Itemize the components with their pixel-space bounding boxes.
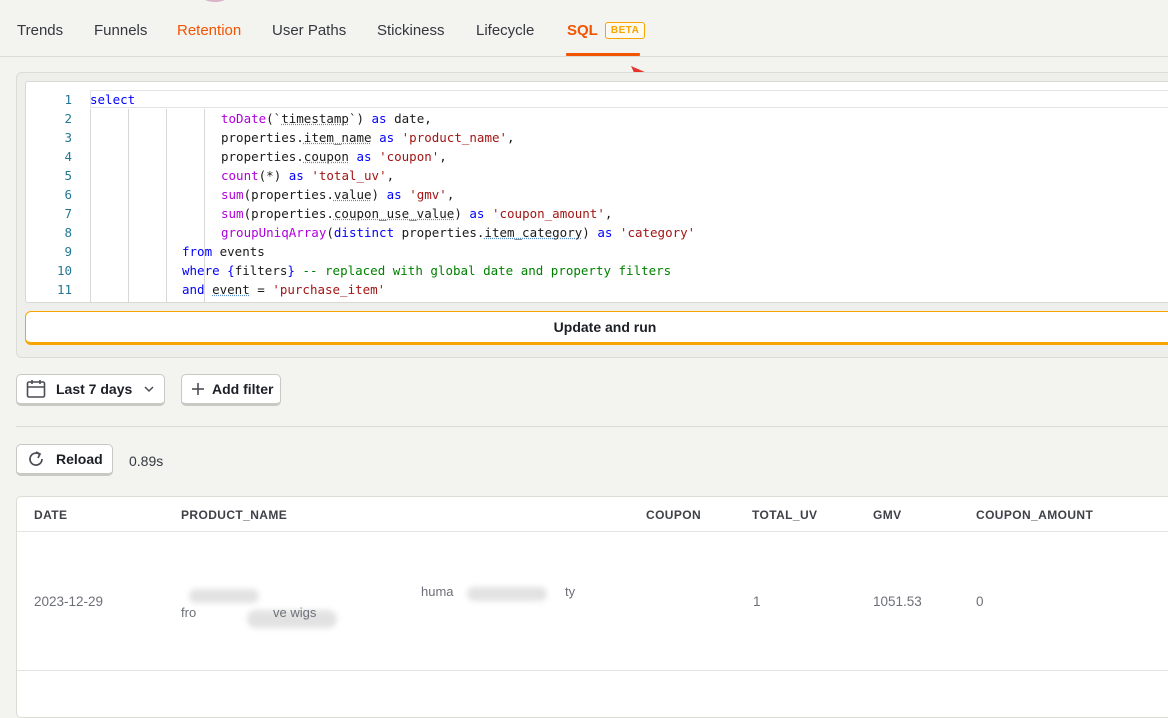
sql-code-editor[interactable]: 1 2 3 4 5 6 7 8 9 10 11 select toDate(`t… — [25, 81, 1168, 303]
cell-date: 2023-12-29 — [34, 594, 104, 609]
chevron-down-icon — [144, 386, 154, 393]
tab-trends[interactable]: Trends — [17, 22, 63, 39]
code-line: groupUniqArray(distinct properties.item_… — [221, 225, 696, 240]
tab-funnels[interactable]: Funnels — [94, 22, 147, 39]
code-line: from events — [182, 244, 265, 259]
table-row: 2023-12-29 huma ty fro ve wigs 1 1051.53… — [17, 532, 1168, 671]
tab-stickiness[interactable]: Stickiness — [377, 22, 445, 39]
redacted-blur — [467, 587, 547, 601]
line-number: 1 — [64, 92, 72, 107]
code-line: count(*) as 'total_uv', — [221, 168, 395, 183]
code-line: sum(properties.coupon_use_value) as 'cou… — [221, 206, 613, 221]
calendar-icon — [26, 380, 46, 398]
line-number: 4 — [64, 149, 72, 164]
column-header-gmv[interactable]: GMV — [873, 508, 902, 522]
code-line: properties.item_name as 'product_name', — [221, 130, 515, 145]
query-duration: 0.89s — [129, 453, 164, 469]
beta-badge: BETA — [604, 22, 646, 39]
column-header-date[interactable]: DATE — [34, 508, 67, 522]
results-table: DATE PRODUCT_NAME COUPON TOTAL_UV GMV CO… — [16, 496, 1168, 718]
reload-label: Reload — [56, 451, 103, 467]
line-number: 8 — [64, 225, 72, 240]
tab-sql-label: SQL — [567, 22, 598, 39]
code-line: and event = 'purchase_item' — [182, 282, 386, 297]
tab-user-paths[interactable]: User Paths — [272, 22, 346, 39]
add-filter-label: Add filter — [212, 381, 274, 397]
cell-total-uv: 1 — [753, 594, 761, 609]
column-header-coupon[interactable]: COUPON — [646, 508, 701, 522]
code-line-text: select — [90, 92, 136, 107]
line-number-gutter: 1 2 3 4 5 6 7 8 9 10 11 — [26, 90, 72, 299]
code-line: where {filters} -- replaced with global … — [182, 263, 672, 278]
update-and-run-button[interactable]: Update and run — [25, 311, 1168, 345]
date-range-selector[interactable]: Last 7 days — [16, 374, 165, 406]
top-decoration — [200, 0, 230, 2]
line-number: 2 — [64, 111, 72, 126]
column-header-product-name[interactable]: PRODUCT_NAME — [181, 508, 287, 522]
refresh-icon — [29, 451, 43, 466]
date-range-label: Last 7 days — [56, 381, 133, 397]
plus-icon — [192, 383, 204, 395]
code-line: sum(properties.value) as 'gmv', — [221, 187, 455, 202]
line-number: 3 — [64, 130, 72, 145]
code-line: properties.coupon as 'coupon', — [221, 149, 447, 164]
sql-editor-panel: 1 2 3 4 5 6 7 8 9 10 11 select toDate(`t… — [16, 72, 1168, 358]
line-number: 9 — [64, 244, 72, 259]
cell-gmv: 1051.53 — [873, 594, 922, 609]
add-filter-button[interactable]: Add filter — [181, 374, 281, 406]
line-number: 7 — [64, 206, 72, 221]
line-number: 5 — [64, 168, 72, 183]
product-name-fragment: ty — [565, 584, 576, 599]
tab-sql[interactable]: SQL BETA — [567, 22, 646, 39]
active-tab-indicator — [566, 53, 640, 56]
section-divider — [16, 426, 1168, 427]
product-name-fragment: ve wigs — [273, 605, 317, 620]
line-number: 10 — [56, 263, 72, 278]
redacted-blur — [189, 589, 259, 603]
table-header: DATE PRODUCT_NAME COUPON TOTAL_UV GMV CO… — [17, 497, 1168, 532]
line-number: 6 — [64, 187, 72, 202]
cell-coupon-amount: 0 — [976, 594, 984, 609]
insight-tabs: Trends Funnels Retention User Paths Stic… — [0, 0, 1168, 57]
code-line: select — [90, 90, 695, 109]
product-name-fragment: fro — [181, 605, 197, 620]
code-line: toDate(`timestamp`) as date, — [221, 111, 432, 126]
tab-lifecycle[interactable]: Lifecycle — [476, 22, 534, 39]
tab-retention[interactable]: Retention — [177, 22, 241, 39]
line-number: 11 — [56, 282, 72, 297]
code-lines: select toDate(`timestamp`) as date, prop… — [90, 90, 695, 299]
column-header-total-uv[interactable]: TOTAL_UV — [752, 508, 817, 522]
reload-button[interactable]: Reload — [16, 444, 113, 476]
column-header-coupon-amount[interactable]: COUPON_AMOUNT — [976, 508, 1093, 522]
product-name-fragment: huma — [421, 584, 454, 599]
